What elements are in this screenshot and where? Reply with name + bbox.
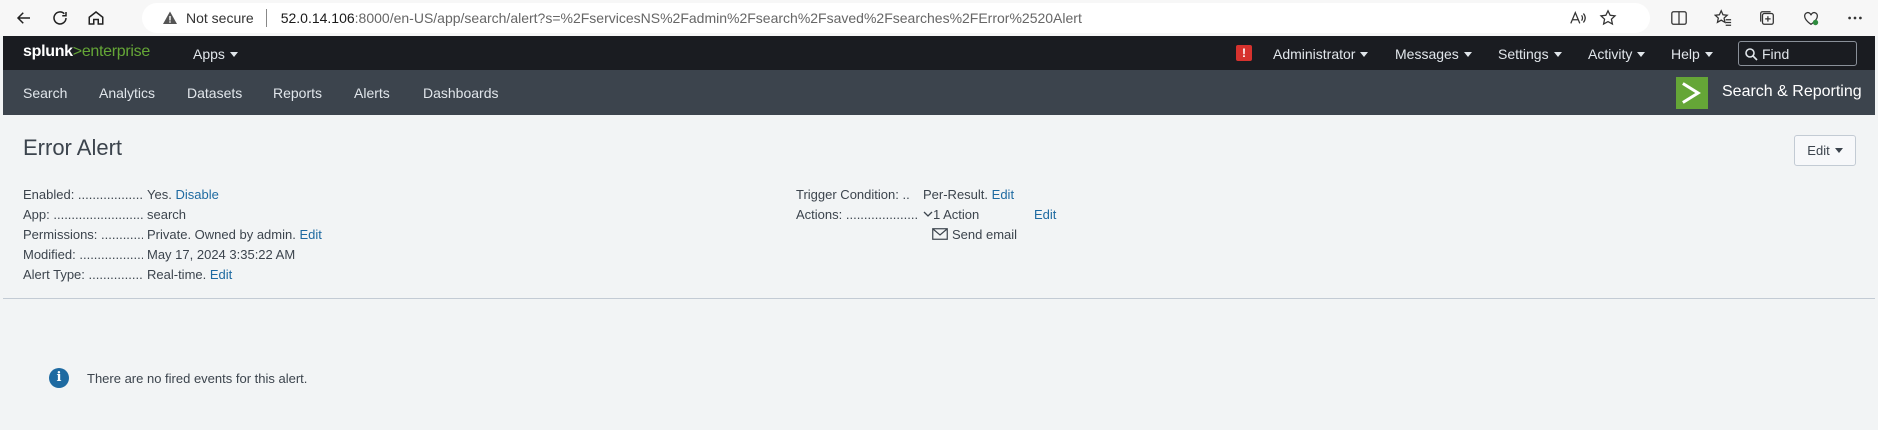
- modified-label: Modified: ..............................…: [23, 247, 143, 262]
- url-text[interactable]: 52.0.14.106:8000/en-US/app/search/alert?…: [281, 10, 1082, 26]
- nav-datasets[interactable]: Datasets: [187, 85, 242, 101]
- app-logo-icon[interactable]: [1676, 77, 1708, 109]
- settings-menu[interactable]: Settings: [1498, 46, 1562, 62]
- browser-toolbar: Not secure 52.0.14.106:8000/en-US/app/se…: [0, 0, 1878, 36]
- more-options-icon[interactable]: [1844, 7, 1866, 29]
- alert-type-value: Real-time.: [147, 267, 207, 282]
- send-email-label: Send email: [952, 227, 1018, 242]
- logo-brand: splunk: [23, 43, 73, 60]
- messages-menu-label: Messages: [1395, 46, 1459, 62]
- nav-dashboards[interactable]: Dashboards: [423, 85, 499, 101]
- actions-count: 1 Action: [933, 207, 980, 222]
- apps-menu-label: Apps: [193, 46, 225, 62]
- email-icon: [932, 228, 948, 240]
- warning-icon: [162, 10, 178, 26]
- enabled-value: Yes.: [147, 187, 172, 202]
- url-divider: [265, 9, 267, 27]
- refresh-icon[interactable]: [48, 6, 72, 30]
- page-title: Error Alert: [23, 135, 123, 160]
- app-value: search: [147, 207, 187, 222]
- chevron-down-icon: [229, 52, 238, 57]
- logo-product: enterprise: [81, 43, 150, 60]
- activity-menu-label: Activity: [1588, 46, 1633, 62]
- permissions-value: Private. Owned by admin.: [147, 227, 296, 242]
- security-status[interactable]: Not secure: [186, 10, 254, 26]
- health-alert-badge[interactable]: !: [1236, 45, 1252, 61]
- app-title[interactable]: Search & Reporting: [1722, 83, 1862, 101]
- url-path: :8000/en-US/app/search/alert?s=%2Fservic…: [354, 10, 1082, 26]
- trigger-condition-label: Trigger Condition: ..: [796, 187, 910, 202]
- activity-menu[interactable]: Activity: [1588, 46, 1646, 62]
- favorite-star-icon[interactable]: [1598, 8, 1618, 28]
- actions-toggle[interactable]: 1 Action: [923, 207, 979, 222]
- app-label: App: ...................................…: [23, 207, 143, 222]
- actions-label: Actions: ..............................: [796, 207, 919, 222]
- nav-reports[interactable]: Reports: [273, 85, 322, 101]
- alert-type-label: Alert Type: ............................…: [23, 267, 143, 282]
- search-icon: [1744, 47, 1758, 61]
- nav-search[interactable]: Search: [23, 85, 67, 101]
- edit-button-label: Edit: [1807, 143, 1830, 158]
- browser-essentials-icon[interactable]: [1800, 7, 1822, 29]
- fired-events-panel: i There are no fired events for this ale…: [3, 300, 1875, 430]
- action-item-send-email: Send email: [932, 227, 1017, 242]
- actions-edit-link[interactable]: Edit: [1034, 207, 1056, 222]
- chevron-down-icon: [1360, 52, 1369, 57]
- administrator-menu[interactable]: Administrator: [1273, 46, 1369, 62]
- settings-menu-label: Settings: [1498, 46, 1549, 62]
- url-host: 52.0.14.106: [280, 10, 355, 26]
- address-bar[interactable]: Not secure 52.0.14.106:8000/en-US/app/se…: [142, 3, 1650, 33]
- administrator-menu-label: Administrator: [1273, 46, 1356, 62]
- chevron-down-icon: [1637, 52, 1646, 57]
- chevron-down-icon: [1463, 52, 1472, 57]
- help-menu[interactable]: Help: [1671, 46, 1713, 62]
- nav-analytics[interactable]: Analytics: [99, 85, 155, 101]
- empty-events-message: There are no fired events for this alert…: [87, 371, 308, 386]
- help-menu-label: Help: [1671, 46, 1700, 62]
- splunk-logo[interactable]: splunk>enterprise: [23, 43, 150, 61]
- find-input[interactable]: [1762, 45, 1852, 62]
- splunk-top-bar: splunk>enterprise Apps ! Administrator M…: [3, 36, 1875, 70]
- permissions-label: Permissions: ...........................…: [23, 227, 143, 242]
- split-screen-icon[interactable]: [1668, 7, 1690, 29]
- app-nav-bar: Search Analytics Datasets Reports Alerts…: [3, 70, 1875, 115]
- favorites-icon[interactable]: [1712, 7, 1734, 29]
- alert-type-edit-link[interactable]: Edit: [210, 267, 232, 282]
- chevron-down-icon: [1704, 52, 1713, 57]
- chevron-down-icon: [1834, 148, 1843, 153]
- chevron-down-icon: [923, 211, 933, 217]
- back-icon[interactable]: [12, 6, 36, 30]
- apps-menu[interactable]: Apps: [193, 46, 238, 62]
- alert-details-panel: Error Alert Edit Enabled: ..............…: [3, 115, 1875, 299]
- home-icon[interactable]: [84, 6, 108, 30]
- find-search-box[interactable]: [1738, 41, 1857, 66]
- trigger-edit-link[interactable]: Edit: [992, 187, 1014, 202]
- nav-alerts[interactable]: Alerts: [354, 85, 390, 101]
- trigger-condition-value: Per-Result.: [923, 187, 989, 202]
- edit-menu-button[interactable]: Edit: [1794, 135, 1856, 166]
- read-aloud-icon[interactable]: [1568, 8, 1588, 28]
- collections-icon[interactable]: [1756, 7, 1778, 29]
- enabled-label: Enabled: ...............................…: [23, 187, 143, 202]
- chevron-down-icon: [1553, 52, 1562, 57]
- logo-arrow: >: [72, 43, 82, 60]
- messages-menu[interactable]: Messages: [1395, 46, 1472, 62]
- modified-value: May 17, 2024 3:35:22 AM: [147, 247, 296, 262]
- disable-link[interactable]: Disable: [175, 187, 218, 202]
- permissions-edit-link[interactable]: Edit: [299, 227, 321, 242]
- info-icon: i: [49, 368, 69, 388]
